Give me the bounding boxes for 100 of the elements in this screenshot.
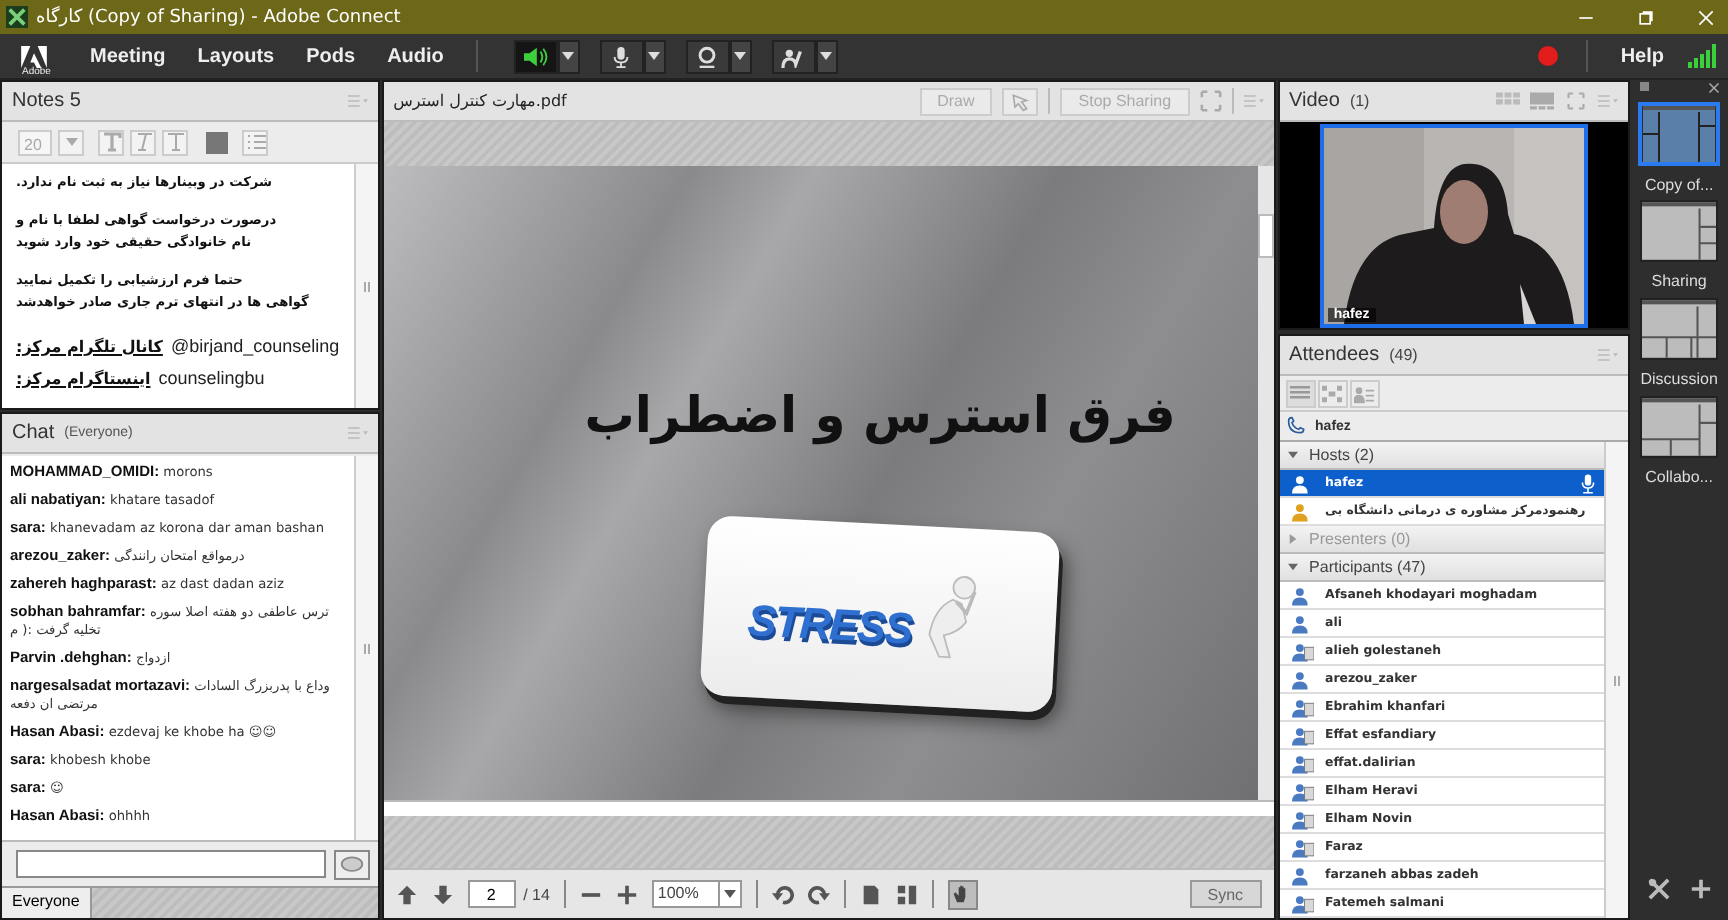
menu-item[interactable]: Layouts [181,45,291,67]
list-icon [1290,383,1311,403]
list-icon [245,132,265,152]
logo-icon [20,45,48,67]
menu-item[interactable]: Pods [290,45,372,67]
person-icon [1291,865,1314,885]
layout-thumbnail[interactable] [1640,396,1719,458]
pod-title: Video [1289,90,1340,112]
single-page-icon[interactable] [859,883,882,905]
pod-title: Attendees [1289,344,1380,366]
caret-icon [648,52,661,60]
recording-dot-icon[interactable] [1538,46,1559,66]
chat-input-field[interactable] [16,850,326,878]
pointer-icon [1010,91,1031,111]
fit-page-icon[interactable] [895,883,918,905]
pod-title: Chat [12,422,55,444]
page-total: / 14 [523,885,550,903]
group-header[interactable]: Hosts (2) [1279,442,1605,470]
person-with-card-icon [1291,725,1314,745]
person-with-card-icon [1291,837,1314,857]
caret-icon [820,52,833,60]
mic-button[interactable] [599,39,644,73]
page-number-field[interactable]: 2 [467,880,516,908]
sync-button[interactable]: Sync [1189,880,1262,908]
rotate-left-icon[interactable] [771,883,794,905]
scrollbar[interactable] [353,456,378,840]
text-color-button[interactable] [206,131,228,153]
scrollbar[interactable] [1604,442,1629,918]
scrollbar[interactable] [353,164,378,408]
serif-t-icon [165,132,185,152]
disclosure-triangle-icon [1287,562,1298,572]
contact-label: کانال تلگرام مرکز: [16,337,163,355]
rotate-right-icon[interactable] [807,883,830,905]
person-with-card-icon [1291,809,1314,829]
slide-title: فرق استرس و اضطراب [584,386,1176,444]
contact-label: اینستاگرام مرکز: [16,369,151,387]
dropdown-button[interactable] [729,39,752,73]
layout-thumbnail[interactable] [1640,200,1719,262]
dropdown-button[interactable] [815,39,838,73]
person-with-card-icon [1291,697,1314,717]
serif-t-icon [101,132,121,152]
tools-icon[interactable] [1647,878,1670,900]
stress-wordart: STRESS [746,595,913,656]
speaker-button[interactable] [513,39,558,73]
layout-label[interactable]: Copy of... [1644,176,1714,194]
speaker-icon [522,45,549,67]
webcam-icon [694,45,721,67]
hand-tool-button[interactable] [947,879,978,909]
horizontal-scrollbar[interactable] [383,800,1274,816]
window-title: کارگاه (Copy of Sharing) - Adobe Connect [36,7,401,27]
host-person-icon [1291,501,1314,521]
add-icon[interactable] [1689,878,1712,900]
layout-thumbnail[interactable] [1638,102,1721,166]
close-icon[interactable] [1707,82,1720,94]
menu-item[interactable]: Audio [371,45,460,67]
camera-button[interactable] [685,39,730,73]
contact-handle: counselingbu [158,368,265,388]
person-with-card-icon [1291,641,1314,661]
nodes-icon [1322,383,1343,403]
disclosure-triangle-icon [1287,450,1298,460]
caret-icon [562,52,575,60]
caret-icon [723,890,736,898]
layout-label[interactable]: Collabo... [1645,468,1713,486]
menu-item[interactable]: Meeting [74,45,182,67]
layout-label[interactable]: Discussion [1640,370,1718,388]
layout-thumbnail[interactable] [1640,298,1719,360]
caret-icon [734,52,747,60]
app-icon [6,6,28,28]
up-arrow-icon[interactable] [395,883,418,905]
person-icon [1291,613,1314,633]
document-title: مهارت کنترل استرس.pdf [393,92,567,110]
person-with-card-icon [1291,893,1314,913]
contact-handle: @birjand_counseling [170,336,340,356]
person-icon [1291,669,1314,689]
maximize-icon[interactable] [1636,7,1656,27]
layout-label[interactable]: Sharing [1651,272,1707,290]
dropdown-button[interactable] [557,39,580,73]
hand-button[interactable] [771,39,816,73]
italic-t-icon [133,132,153,152]
person-icon [1291,585,1314,605]
phone-person-icon [1285,416,1308,436]
group-header[interactable]: Participants (47) [1279,554,1605,582]
help-menu[interactable]: Help [1604,45,1680,67]
list-view-button[interactable] [1285,379,1316,407]
send-button[interactable] [333,849,370,879]
attendee-count: (49) [1389,346,1418,364]
zoom-in-icon[interactable] [615,883,638,905]
speech-bubble-icon [339,855,364,873]
signal-strength-icon [1688,44,1716,68]
collapse-icon[interactable] [1639,82,1652,94]
zoom-dropdown[interactable]: 100% [651,880,742,908]
person-with-card-icon [1291,753,1314,773]
dropdown-button[interactable] [643,39,666,73]
caret-icon [65,138,77,146]
person-list-icon [1354,383,1375,403]
host-person-icon [1291,473,1314,493]
person-raising-hand-icon [780,45,807,67]
video-count: (1) [1349,92,1370,110]
disclosure-triangle-icon [1287,534,1298,544]
down-arrow-icon[interactable] [431,883,454,905]
